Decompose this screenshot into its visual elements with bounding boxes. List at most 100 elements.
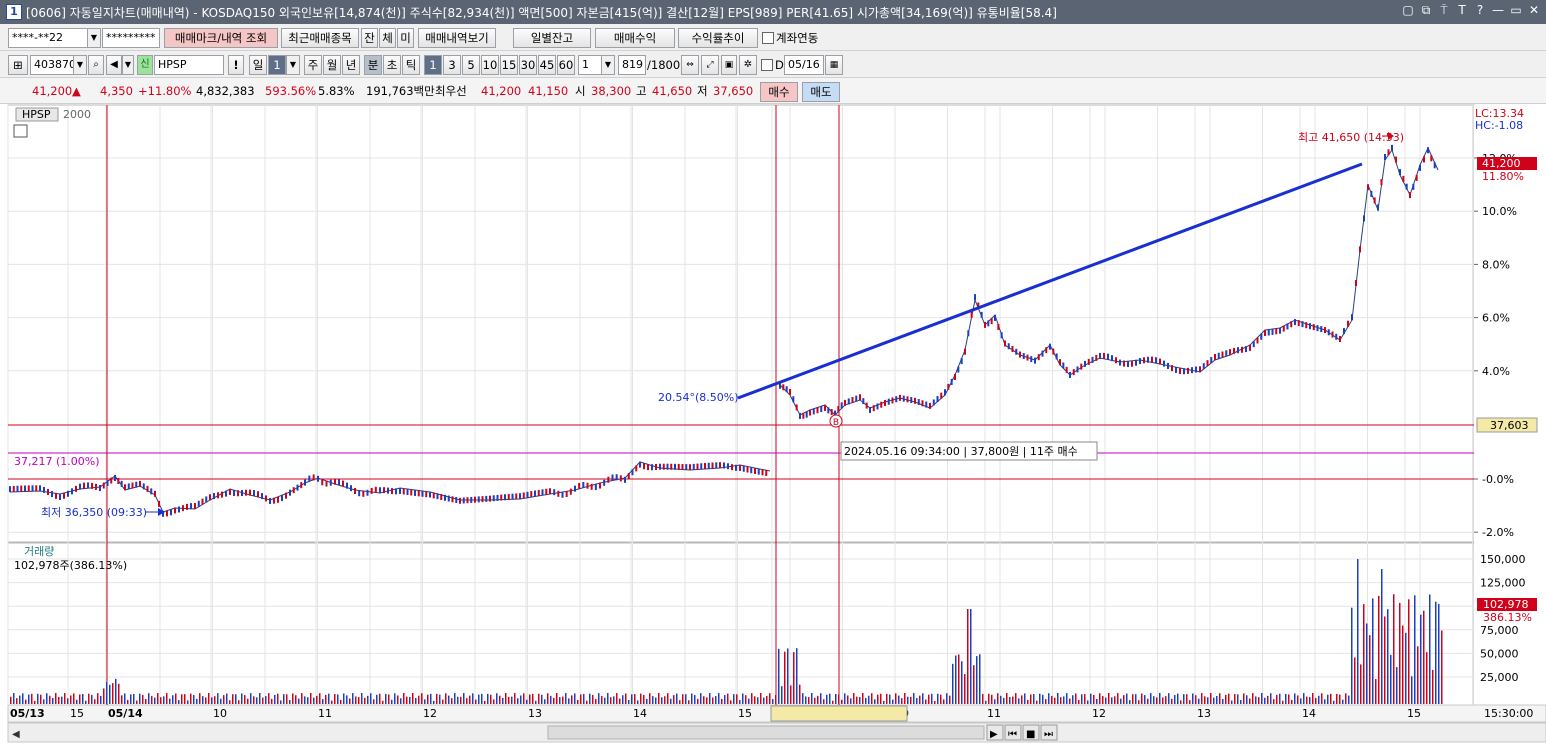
candle [436, 493, 439, 500]
candle [876, 403, 879, 410]
volume-bar [1351, 607, 1353, 704]
volume-bar [1282, 700, 1284, 704]
candle [75, 485, 77, 492]
candle [980, 311, 983, 318]
candle [289, 489, 291, 496]
candle [809, 409, 811, 416]
volume-bar [490, 694, 492, 704]
candle [974, 294, 976, 301]
candle [35, 485, 38, 492]
candle [496, 494, 499, 501]
candle [805, 411, 808, 418]
candle [358, 490, 361, 497]
candle [51, 491, 53, 498]
volume-bar [574, 693, 576, 704]
volume-bar [460, 696, 462, 704]
volume-bar [268, 693, 270, 704]
candle [213, 493, 215, 500]
volume-bar [208, 693, 210, 704]
candle [1210, 357, 1213, 364]
volume-bar [1288, 694, 1290, 704]
candle [681, 463, 684, 470]
candle [1380, 179, 1383, 186]
volume-bar [121, 695, 123, 704]
volume-bar [799, 684, 801, 704]
volume-bar [553, 697, 555, 704]
volume-bar [763, 697, 765, 704]
candle [366, 489, 369, 496]
candle [296, 484, 299, 491]
volume-bar [1222, 699, 1224, 704]
candle [1062, 362, 1065, 369]
volume-bar [739, 700, 741, 704]
volume-bar [46, 693, 48, 704]
candle [79, 483, 81, 490]
volume-bar [322, 699, 324, 704]
candle [666, 463, 669, 470]
candle [541, 489, 544, 496]
candle [1305, 322, 1308, 329]
candle [470, 496, 473, 503]
candle [659, 463, 661, 470]
volume-bar [1285, 693, 1287, 704]
volume-bar [313, 697, 315, 704]
volume-bar [1273, 699, 1275, 704]
volume-title: 거래량 [24, 545, 54, 558]
candle [1217, 352, 1220, 359]
candle [795, 404, 798, 411]
volume-bar [901, 698, 903, 704]
volume-bar [445, 693, 447, 704]
volume-bar [214, 696, 216, 704]
volume-bar [925, 699, 927, 704]
candle [820, 406, 823, 413]
volume-bar [166, 693, 168, 704]
volume-bar [928, 694, 930, 704]
candle [1155, 357, 1157, 364]
volume-bar [556, 693, 558, 704]
volume-bar [319, 693, 321, 704]
volume-bar [1219, 693, 1221, 704]
volume-bar [880, 693, 882, 704]
candle [477, 496, 480, 503]
volume-bar [1360, 664, 1362, 704]
volume-bar [1120, 698, 1122, 704]
candle [114, 474, 116, 481]
candle [574, 485, 576, 492]
candle [957, 366, 960, 373]
x-tick-label: 14 [1302, 707, 1316, 720]
candle [440, 493, 443, 500]
volume-bar [343, 693, 345, 704]
volume-bar [1123, 695, 1125, 704]
candle [421, 490, 424, 497]
volume-bar [1393, 594, 1395, 704]
candle [685, 464, 688, 471]
volume-bar [88, 693, 90, 704]
volume-bar [325, 694, 327, 704]
candle [292, 487, 295, 494]
volume-bar [364, 697, 366, 704]
candle [802, 412, 805, 419]
volume-bar [703, 696, 705, 704]
price-chart[interactable]: B 2024.05.16 09:34:00 | 37,800원 | 11주 매수… [0, 0, 1546, 748]
volume-bar [934, 700, 936, 704]
volume-bar [622, 695, 624, 704]
candle [417, 490, 420, 497]
candle [500, 494, 503, 501]
volume-bar [409, 696, 411, 704]
volume-bar [1342, 699, 1344, 704]
candle [887, 398, 890, 405]
volume-bar [130, 694, 132, 704]
volume-bar [922, 693, 924, 704]
candle [209, 494, 211, 501]
volume-bar [106, 682, 108, 704]
candle [906, 396, 909, 403]
candle [522, 492, 525, 499]
candle [727, 463, 729, 470]
candle [1206, 360, 1209, 367]
candle [789, 389, 791, 396]
volume-bar [67, 698, 69, 704]
volume-bar [1048, 693, 1050, 704]
volume-bar [1261, 693, 1263, 704]
volume-bar [1432, 669, 1434, 704]
x-tick-label: 15 [1407, 707, 1421, 720]
